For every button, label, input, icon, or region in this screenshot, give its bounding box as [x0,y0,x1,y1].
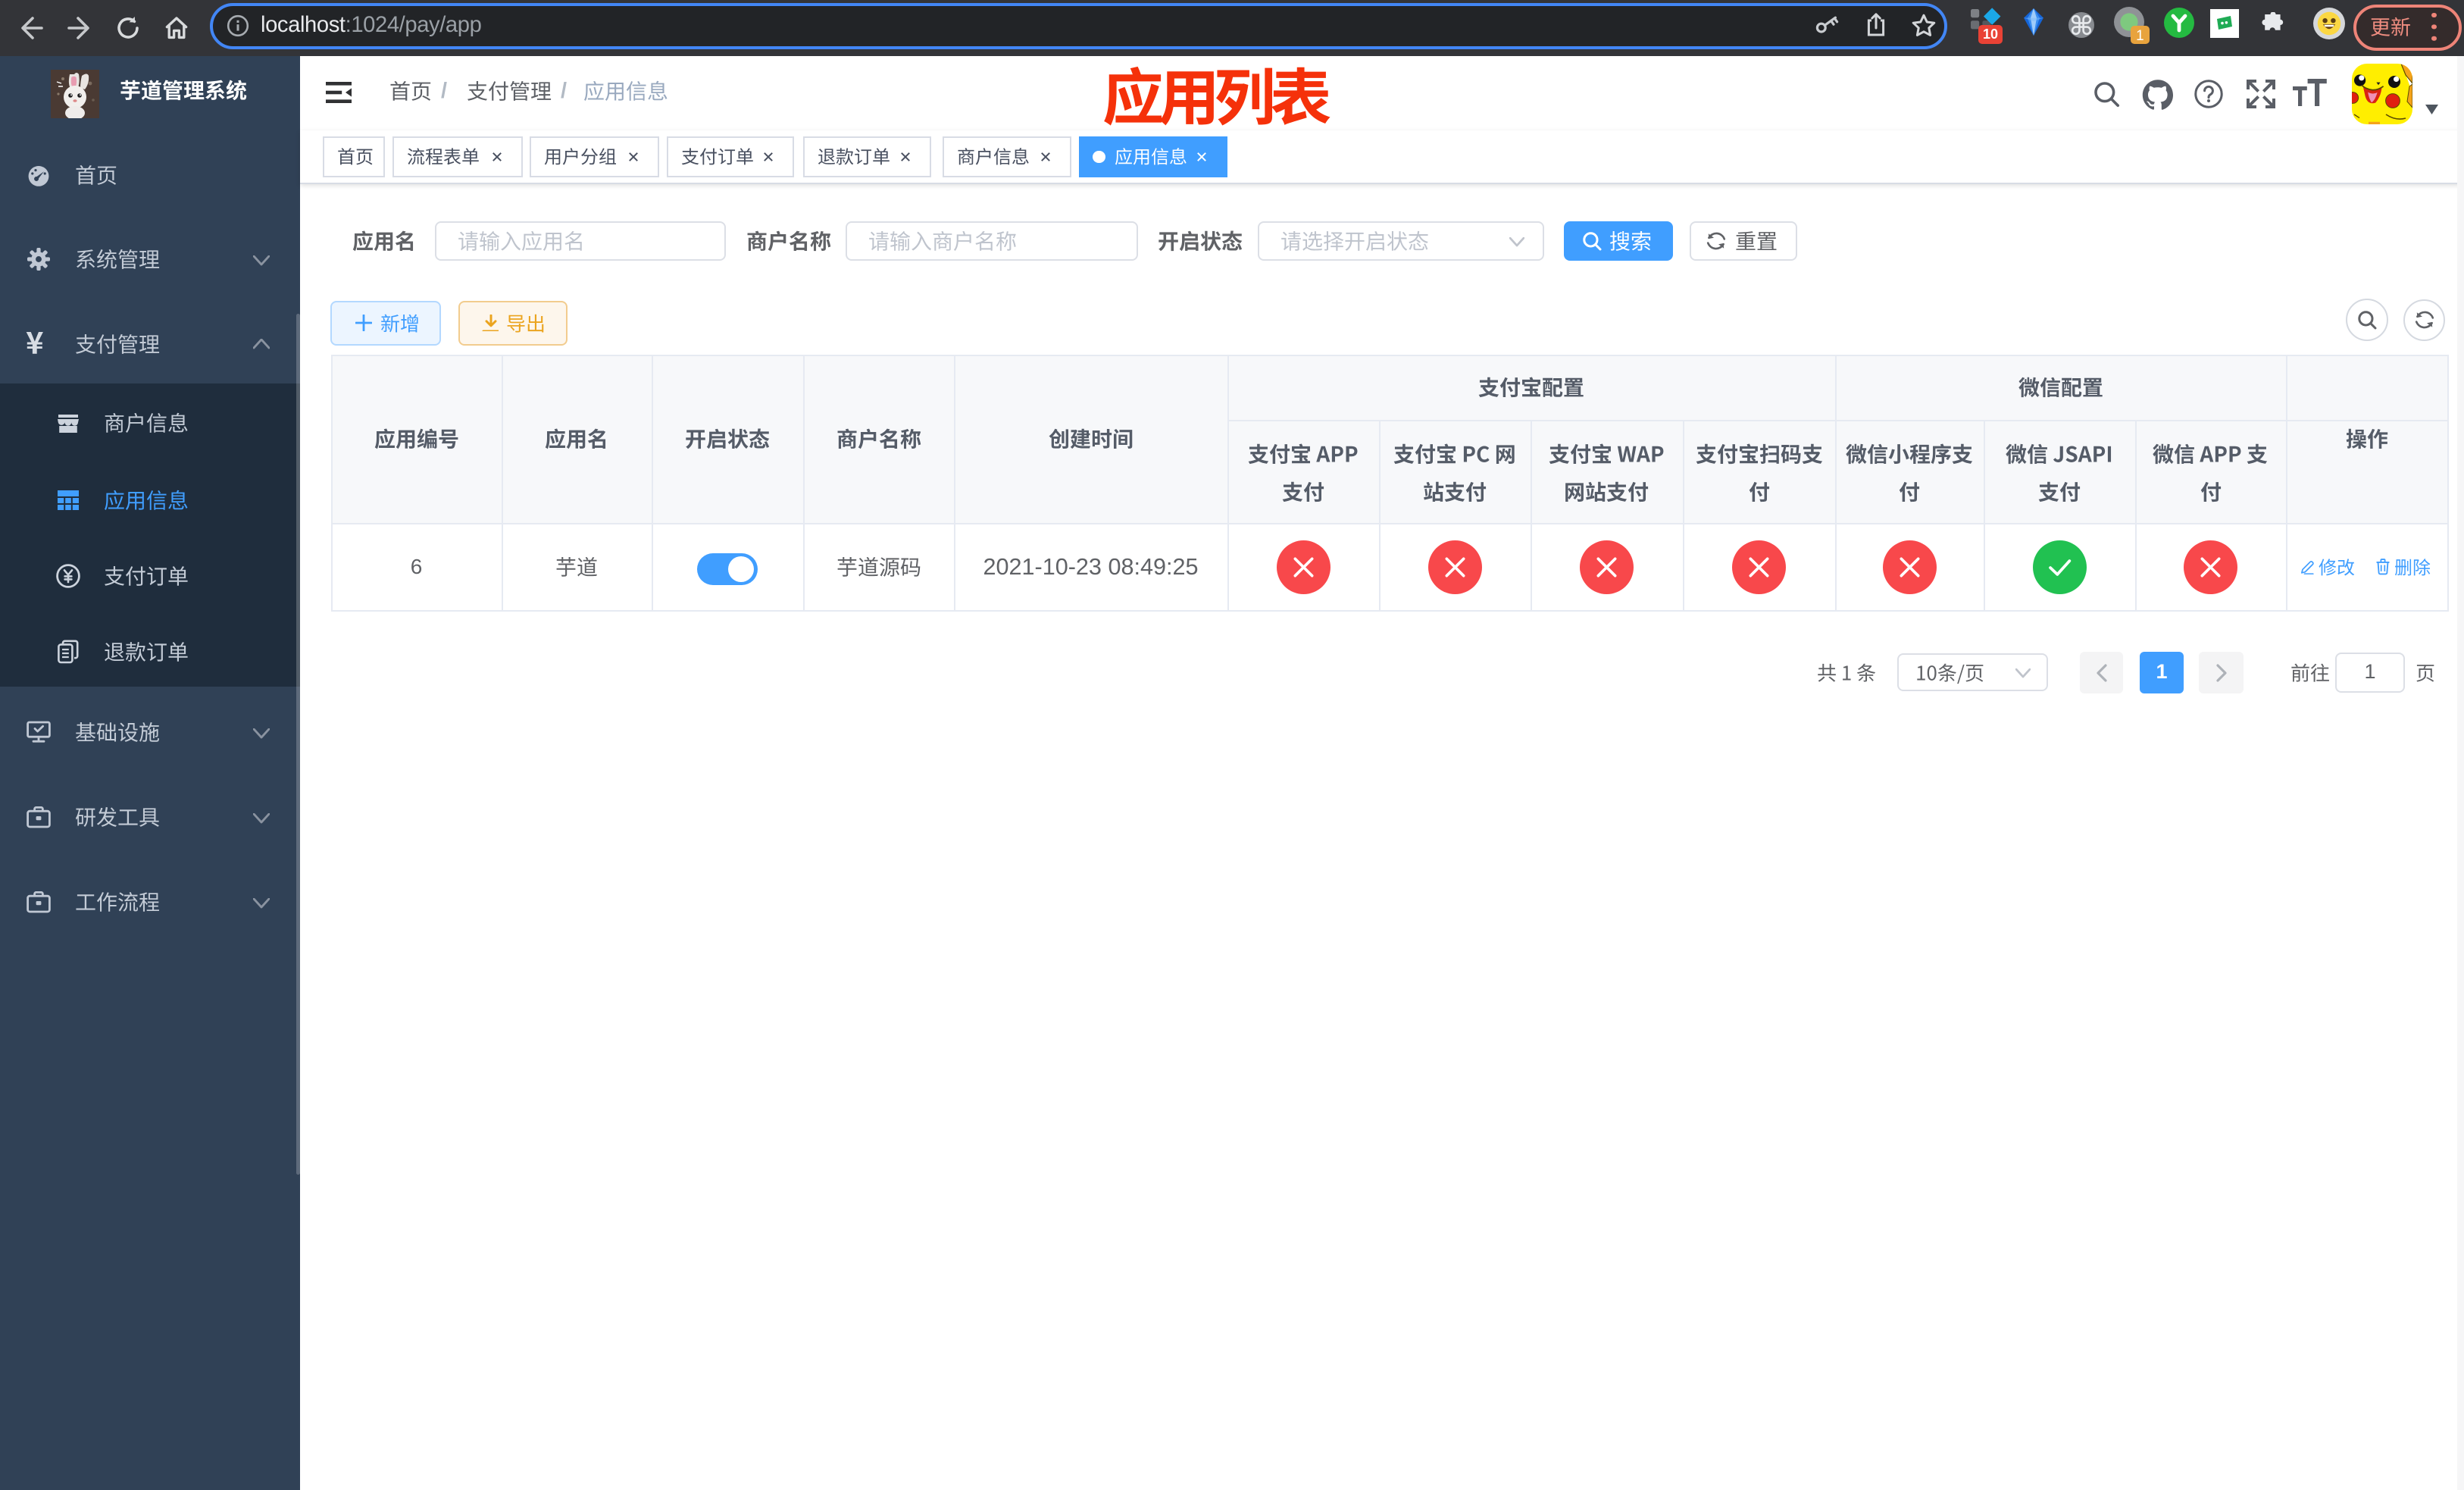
svg-text:1: 1 [2136,28,2144,44]
